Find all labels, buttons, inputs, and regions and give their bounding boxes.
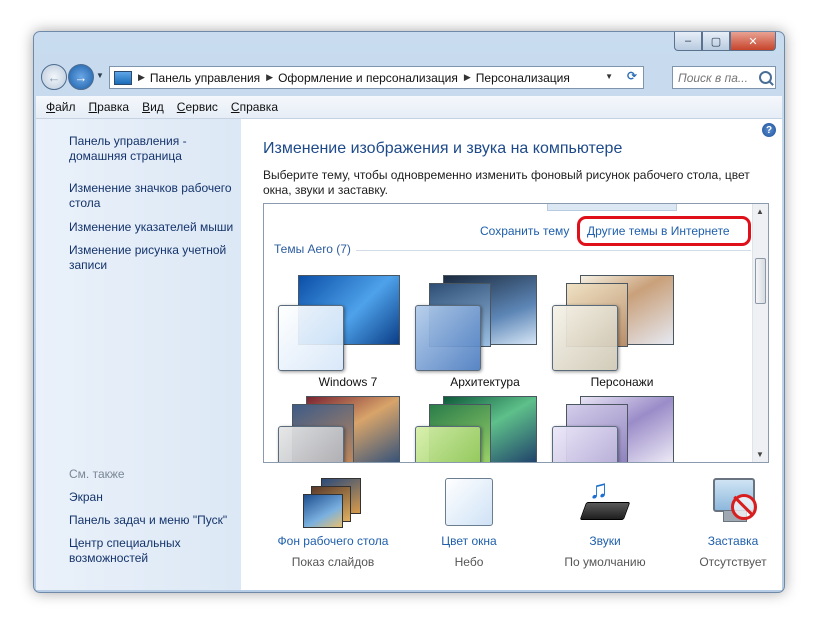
screen-saver-link[interactable]: Заставка xyxy=(668,534,784,548)
window-color-value: Небо xyxy=(454,555,484,569)
back-button[interactable]: ← xyxy=(41,64,67,90)
group-divider xyxy=(356,250,751,251)
theme-color-swatch xyxy=(278,305,344,371)
address-bar[interactable]: ▶ Панель управления ▶ Оформление и персо… xyxy=(109,66,644,89)
menu-help[interactable]: Справка xyxy=(231,100,278,114)
theme-landscapes[interactable] xyxy=(278,396,400,462)
minimize-icon: – xyxy=(684,35,692,47)
control-panel-window: – ▢ ✕ ← → ▼ ▶ Панель управления ▶ Оформл… xyxy=(33,31,785,593)
desktop-background-icon xyxy=(303,476,363,528)
highlight-annotation xyxy=(577,216,751,246)
control-panel-icon xyxy=(114,70,132,85)
theme-list-scrollbar[interactable]: ▲ ▼ xyxy=(752,204,768,462)
save-theme-link[interactable]: Сохранить тему xyxy=(480,224,569,238)
maximize-button[interactable]: ▢ xyxy=(702,32,730,51)
page-title: Изменение изображения и звука на компьют… xyxy=(263,140,623,157)
theme-architecture[interactable]: Архитектура xyxy=(415,275,537,395)
main-content: ? Изменение изображения и звука на компь… xyxy=(241,119,782,590)
window-color-icon xyxy=(439,476,499,528)
desktop-background-value: Показ слайдов xyxy=(291,555,375,569)
navigation-bar: ← → ▼ ▶ Панель управления ▶ Оформление и… xyxy=(34,60,784,94)
theme-color-swatch xyxy=(552,426,618,462)
sidebar-link-taskbar[interactable]: Панель задач и меню "Пуск" xyxy=(69,513,239,528)
sidebar-link-home[interactable]: Панель управления - домашняя страница xyxy=(69,134,239,164)
page-description: Выберите тему, чтобы одновременно измени… xyxy=(263,168,750,197)
theme-windows7[interactable]: Windows 7 xyxy=(278,275,400,395)
close-icon: ✕ xyxy=(748,35,758,48)
sounds-link[interactable]: Звуки xyxy=(540,534,670,548)
close-button[interactable]: ✕ xyxy=(730,32,776,51)
search-box[interactable] xyxy=(672,66,776,89)
menu-tools[interactable]: Сервис xyxy=(177,100,218,114)
chevron-right-icon[interactable]: ▶ xyxy=(138,72,145,83)
breadcrumb-personalization[interactable]: Персонализация xyxy=(476,71,570,85)
sidebar-link-mouse-pointers[interactable]: Изменение указателей мыши xyxy=(69,220,239,235)
maximize-icon: ▢ xyxy=(710,35,722,48)
sounds-value: По умолчанию xyxy=(564,555,646,569)
sidebar: Панель управления - домашняя страница Из… xyxy=(36,119,241,590)
theme-scenes[interactable] xyxy=(552,396,674,462)
sounds-icon: ♫ xyxy=(575,476,635,528)
previous-theme-tile-edge xyxy=(547,204,677,211)
screen-saver-value: Отсутствует xyxy=(699,555,767,569)
sidebar-link-desktop-icons[interactable]: Изменение значков рабочего стола xyxy=(69,181,239,211)
see-also-label: См. также xyxy=(69,467,125,481)
minimize-button[interactable]: – xyxy=(674,32,702,51)
chevron-right-icon[interactable]: ▶ xyxy=(464,72,471,83)
menu-file[interactable]: Файл xyxy=(46,100,76,114)
scroll-down-icon[interactable]: ▼ xyxy=(756,450,764,459)
theme-nature[interactable] xyxy=(415,396,537,462)
window-color-link[interactable]: Цвет окна xyxy=(404,534,534,548)
theme-characters[interactable]: Персонажи xyxy=(552,275,674,395)
forward-arrow-icon: → xyxy=(74,69,88,85)
screen-saver-setting[interactable]: Заставка Отсутствует xyxy=(668,476,784,569)
breadcrumb-control-panel[interactable]: Панель управления xyxy=(150,71,260,85)
search-input[interactable] xyxy=(678,70,756,85)
address-dropdown-icon[interactable]: ▼ xyxy=(605,72,613,81)
theme-color-swatch xyxy=(415,305,481,371)
back-arrow-icon: ← xyxy=(47,69,61,85)
chevron-right-icon[interactable]: ▶ xyxy=(266,72,273,83)
sidebar-link-ease-of-access[interactable]: Центр специальных возможностей xyxy=(69,536,239,566)
theme-list[interactable]: Сохранить тему Другие темы в Интернете Т… xyxy=(263,203,769,463)
sounds-setting[interactable]: ♫ Звуки По умолчанию xyxy=(540,476,670,569)
theme-label: Персонажи xyxy=(590,375,654,389)
menu-bar: Файл Правка Вид Сервис Справка xyxy=(36,96,782,119)
desktop-background-link[interactable]: Фон рабочего стола xyxy=(268,534,398,548)
caption-buttons: – ▢ ✕ xyxy=(674,32,776,51)
sidebar-link-display[interactable]: Экран xyxy=(69,490,239,505)
recent-pages-dropdown[interactable]: ▼ xyxy=(96,71,104,80)
refresh-icon[interactable]: ⟳ xyxy=(627,69,637,83)
sidebar-link-account-picture[interactable]: Изменение рисунка учетной записи xyxy=(69,243,239,273)
scroll-up-icon[interactable]: ▲ xyxy=(756,207,764,216)
aero-themes-header: Темы Aero (7) xyxy=(274,242,351,256)
screen-saver-icon xyxy=(703,476,763,528)
help-icon[interactable]: ? xyxy=(762,123,776,137)
forward-button[interactable]: → xyxy=(68,64,94,90)
desktop-background-setting[interactable]: Фон рабочего стола Показ слайдов xyxy=(268,476,398,569)
breadcrumb-appearance[interactable]: Оформление и персонализация xyxy=(278,71,458,85)
theme-label: Windows 7 xyxy=(318,375,378,389)
menu-edit[interactable]: Правка xyxy=(89,100,130,114)
theme-color-swatch xyxy=(552,305,618,371)
theme-label: Архитектура xyxy=(450,375,520,389)
window-color-setting[interactable]: Цвет окна Небо xyxy=(404,476,534,569)
theme-color-swatch xyxy=(415,426,481,462)
scroll-thumb[interactable] xyxy=(755,258,766,304)
menu-view[interactable]: Вид xyxy=(142,100,164,114)
search-icon[interactable] xyxy=(759,71,772,84)
title-bar: – ▢ ✕ xyxy=(34,32,784,60)
theme-color-swatch xyxy=(278,426,344,462)
